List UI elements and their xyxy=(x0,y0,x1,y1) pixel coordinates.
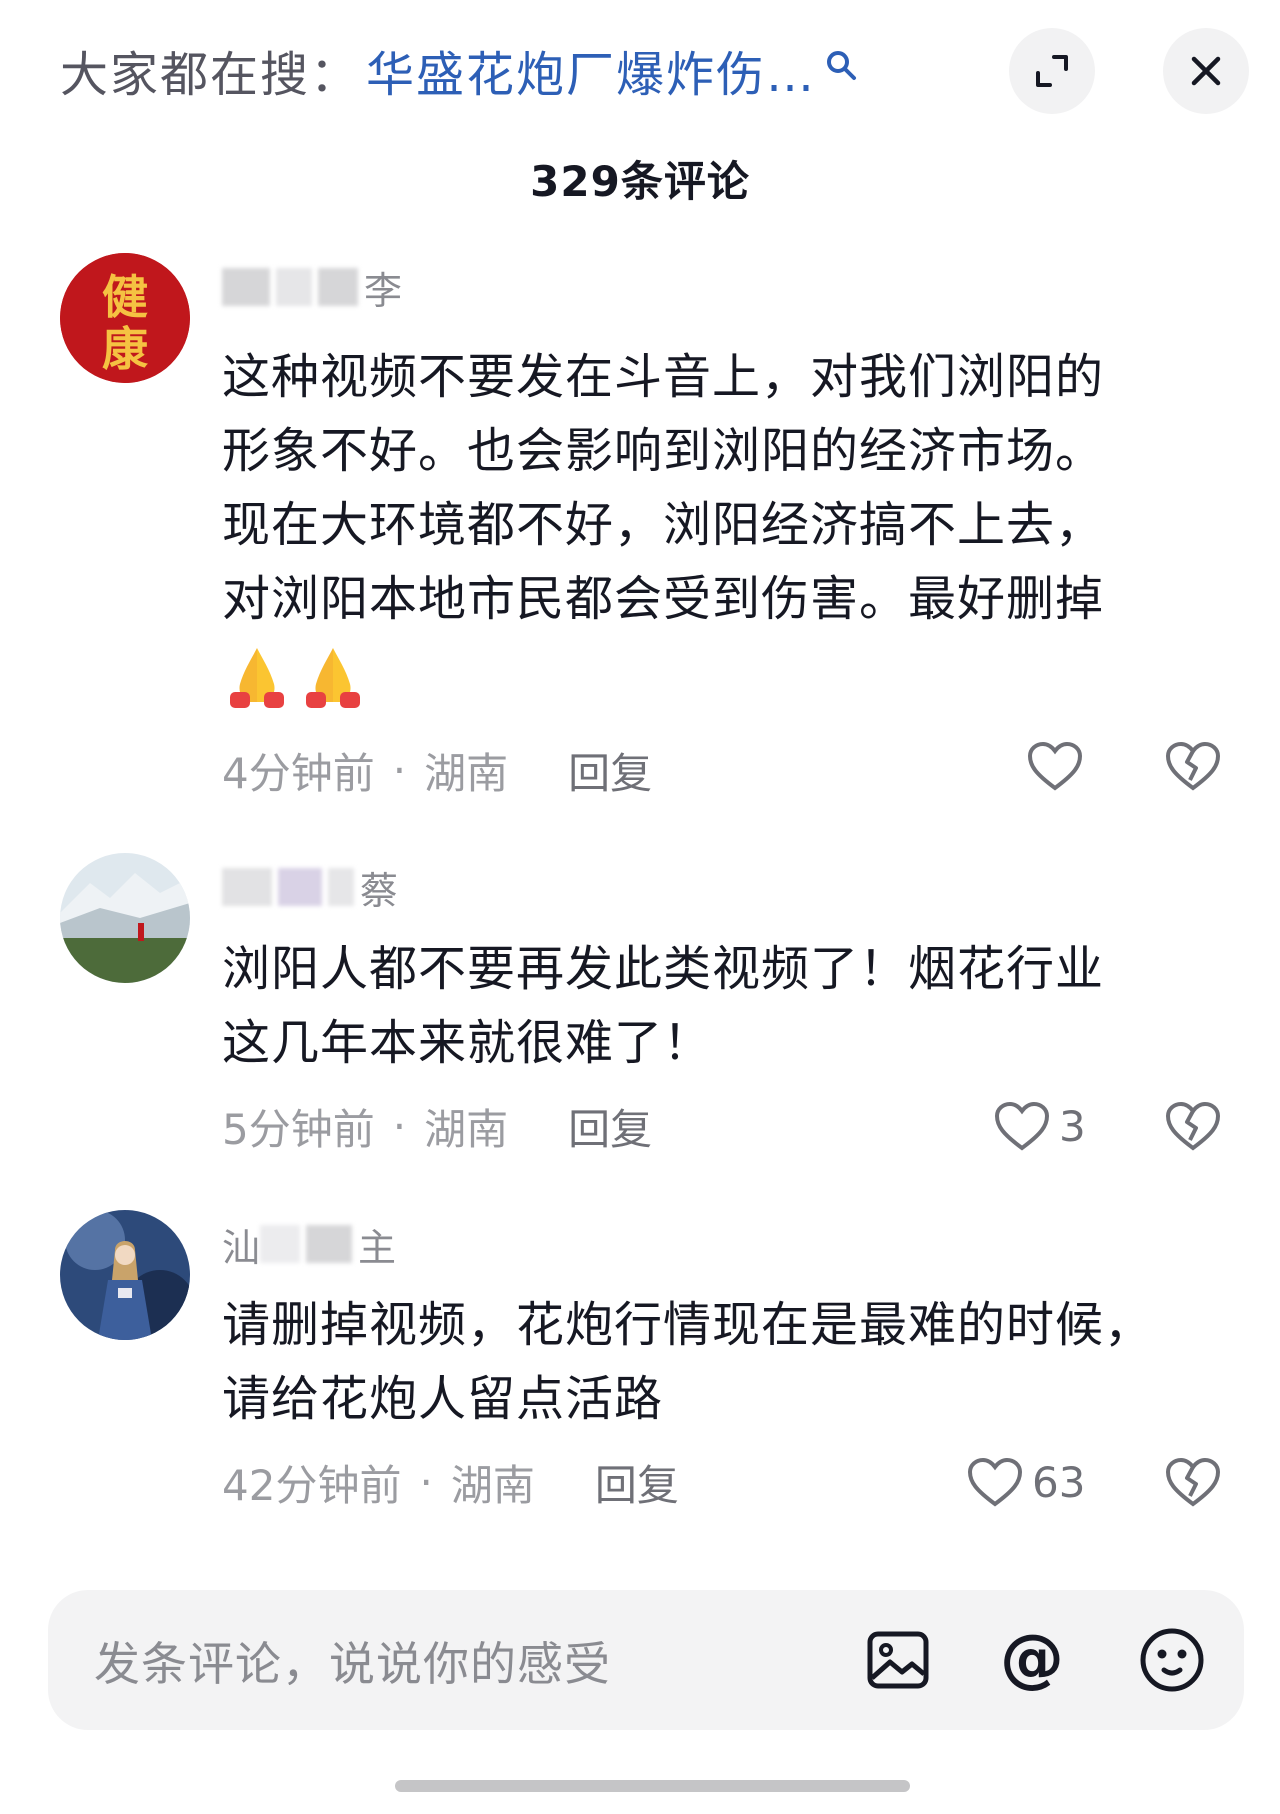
comment-line: 这种视频不要发在斗音上，对我们浏阳的 xyxy=(222,349,1105,405)
home-indicator[interactable] xyxy=(395,1780,910,1792)
like-count: 63 xyxy=(1032,1457,1086,1507)
comment-line: 现在大环境都不好，浏阳经济搞不上去， xyxy=(222,497,1105,553)
like-button[interactable]: 3 xyxy=(993,1100,1086,1152)
comment-location: 湖南 xyxy=(450,1461,535,1510)
comment-time: 4分钟前 xyxy=(222,749,375,798)
avatar-image xyxy=(60,1210,190,1340)
comment-meta: 42分钟前 · 湖南 回复 xyxy=(222,1452,679,1513)
comment-line: 对浏阳本地市民都会受到伤害。最好删掉 xyxy=(222,571,1105,627)
close-button[interactable] xyxy=(1163,28,1249,114)
comment-location: 湖南 xyxy=(424,749,509,798)
like-button[interactable]: 63 xyxy=(966,1456,1085,1508)
expand-button[interactable] xyxy=(1009,28,1095,114)
blurred-name xyxy=(260,1225,301,1263)
comment-sheet: 大家都在搜： 华盛花炮厂爆炸伤… 329条评论 健 康 李 这种视频不要发在斗音… xyxy=(0,0,1280,1814)
reply-button[interactable]: 回复 xyxy=(595,1452,679,1513)
avatar[interactable] xyxy=(60,853,190,983)
comment-text: 浏阳人都不要再发此类视频了！烟花行业 这几年本来就很难了！ xyxy=(222,932,1202,1080)
search-icon[interactable] xyxy=(824,48,858,82)
broken-heart-icon[interactable] xyxy=(1164,1456,1222,1508)
comment-line: 形象不好。也会影响到浏阳的经济市场。 xyxy=(222,423,1105,479)
comment-input-placeholder[interactable]: 发条评论，说说你的感受 xyxy=(94,1628,611,1694)
comment-meta: 5分钟前 · 湖南 回复 xyxy=(222,1096,652,1157)
broken-heart-icon[interactable] xyxy=(1164,740,1222,792)
blurred-name xyxy=(306,1225,353,1263)
meta-separator: · xyxy=(392,1102,407,1151)
blurred-name xyxy=(278,868,322,906)
comment-line: 请给花炮人留点活路 xyxy=(222,1371,664,1427)
like-count: 3 xyxy=(1059,1101,1086,1151)
heart-icon xyxy=(967,1457,1023,1507)
heart-icon xyxy=(994,1101,1050,1151)
at-glyph: @ xyxy=(1000,1624,1064,1696)
pray-emoji-icon xyxy=(230,648,284,708)
username-tail: 主 xyxy=(358,1225,397,1270)
search-prefix: 大家都在搜： xyxy=(60,47,361,103)
meta-separator: · xyxy=(419,1458,433,1507)
comment-meta: 4分钟前 · 湖南 回复 xyxy=(222,740,652,801)
broken-heart-icon[interactable] xyxy=(1164,1100,1222,1152)
reply-button[interactable]: 回复 xyxy=(568,1096,652,1157)
avatar-text-2: 康 xyxy=(102,322,148,376)
expand-icon xyxy=(1036,55,1068,87)
avatar-image: 健 康 xyxy=(60,253,190,383)
close-icon xyxy=(1191,56,1221,86)
username[interactable]: 李 xyxy=(222,262,403,313)
comment-line: 这几年本来就很难了！ xyxy=(222,1015,713,1071)
reply-button[interactable]: 回复 xyxy=(568,740,652,801)
like-button[interactable] xyxy=(1026,740,1084,792)
image-icon[interactable] xyxy=(862,1624,934,1696)
comment-line: 浏阳人都不要再发此类视频了！烟花行业 xyxy=(222,941,1105,997)
avatar-image xyxy=(60,853,190,983)
emoji-icon[interactable] xyxy=(1136,1624,1208,1696)
meta-separator: · xyxy=(392,746,407,795)
username-tail: 蔡 xyxy=(360,868,399,913)
comment-location: 湖南 xyxy=(424,1105,509,1154)
blurred-name xyxy=(276,268,312,306)
blurred-name xyxy=(222,868,272,906)
emoji-line xyxy=(222,640,1202,710)
blurred-name xyxy=(318,268,358,306)
search-query-link[interactable]: 华盛花炮厂爆炸伤… xyxy=(366,35,816,105)
blurred-name xyxy=(222,268,270,306)
comment-text: 请删掉视频，花炮行情现在是最难的时候， 请给花炮人留点活路 xyxy=(222,1288,1202,1436)
username-head: 汕 xyxy=(222,1225,261,1270)
username[interactable]: 蔡 xyxy=(222,862,399,913)
comment-time: 42分钟前 xyxy=(222,1461,402,1510)
heart-icon xyxy=(1027,741,1083,791)
pray-emoji-icon xyxy=(306,648,360,708)
avatar-text-1: 健 xyxy=(102,270,148,324)
comment-text: 这种视频不要发在斗音上，对我们浏阳的 形象不好。也会影响到浏阳的经济市场。 现在… xyxy=(222,340,1202,710)
avatar[interactable]: 健 康 xyxy=(60,253,190,383)
comment-line: 请删掉视频，花炮行情现在是最难的时候， xyxy=(222,1297,1154,1353)
comment-count-title: 329条评论 xyxy=(530,157,750,206)
blurred-name xyxy=(328,868,354,906)
username-tail: 李 xyxy=(364,268,403,313)
at-icon[interactable]: @ xyxy=(996,1624,1068,1696)
username[interactable]: 汕 主 xyxy=(222,1219,397,1270)
avatar[interactable] xyxy=(60,1210,190,1340)
comment-time: 5分钟前 xyxy=(222,1105,375,1154)
comment-input-bar[interactable]: 发条评论，说说你的感受 @ xyxy=(48,1590,1244,1730)
